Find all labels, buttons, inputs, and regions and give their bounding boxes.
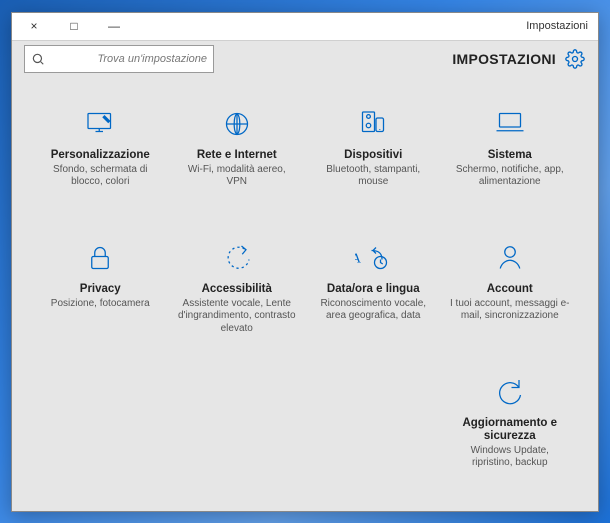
tile-accessibility[interactable]: Accessibilità Assistente vocale, Lente d… — [173, 235, 302, 361]
tile-title: Accessibilità — [202, 283, 272, 296]
window-caption: Impostazioni — [134, 20, 596, 32]
person-icon — [491, 239, 529, 277]
search-icon — [31, 52, 45, 66]
personalize-icon — [81, 105, 119, 143]
tile-devices[interactable]: Dispositivi Bluetooth, stampanti, mouse — [309, 101, 438, 227]
language-icon: A — [354, 239, 392, 277]
tile-sub: Schermo, notifiche, app, alimentazione — [450, 164, 570, 189]
laptop-icon — [491, 105, 529, 143]
tile-title: Aggiornamento e sicurezza — [448, 417, 573, 443]
devices-icon — [354, 105, 392, 143]
tile-sub: Assistente vocale, Lente d'ingrandimento… — [177, 298, 297, 336]
close-button[interactable]: × — [14, 13, 54, 40]
search-input[interactable] — [51, 53, 207, 65]
tile-update-security[interactable]: Aggiornamento e sicurezza Windows Update… — [446, 369, 575, 495]
search-box[interactable] — [24, 45, 214, 73]
titlebar: × □ — Impostazioni — [12, 13, 598, 41]
tile-privacy[interactable]: Privacy Posizione, fotocamera — [36, 235, 165, 361]
tile-sub: Wi-Fi, modalità aereo, VPN — [177, 164, 297, 189]
tile-title: Dispositivi — [344, 149, 402, 162]
app-title: IMPOSTAZIONI — [452, 51, 556, 67]
settings-window: × □ — Impostazioni IMPOSTAZIONI — [11, 12, 599, 512]
tile-sub: Bluetooth, stampanti, mouse — [313, 164, 433, 189]
accessibility-icon — [218, 239, 256, 277]
tile-sub: Sfondo, schermata di blocco, colori — [40, 164, 160, 189]
tile-network[interactable]: Rete e Internet Wi-Fi, modalità aereo, V… — [173, 101, 302, 227]
svg-text:A: A — [355, 250, 361, 265]
maximize-button[interactable]: □ — [54, 13, 94, 40]
tile-time-language[interactable]: A Data/ora e lingua Riconoscimento vocal… — [309, 235, 438, 361]
tile-sub: I tuoi account, messaggi e-mail, sincron… — [450, 298, 570, 323]
tile-accounts[interactable]: Account I tuoi account, messaggi e-mail,… — [446, 235, 575, 361]
tile-title: Sistema — [488, 149, 532, 162]
update-icon — [491, 373, 529, 411]
tile-system[interactable]: Sistema Schermo, notifiche, app, aliment… — [446, 101, 575, 227]
minimize-button[interactable]: — — [94, 13, 134, 40]
tile-title: Account — [487, 283, 533, 296]
tile-sub: Windows Update, ripristino, backup — [450, 445, 570, 470]
tile-title: Personalizzazione — [51, 149, 150, 162]
tile-title: Privacy — [80, 283, 121, 296]
tile-sub: Riconoscimento vocale, area geografica, … — [313, 298, 433, 323]
tile-title: Rete e Internet — [197, 149, 277, 162]
lock-icon — [81, 239, 119, 277]
header: IMPOSTAZIONI — [12, 41, 598, 83]
gear-icon — [564, 48, 586, 70]
globe-icon — [218, 105, 256, 143]
settings-grid: Sistema Schermo, notifiche, app, aliment… — [12, 83, 598, 511]
tile-sub: Posizione, fotocamera — [51, 298, 150, 311]
tile-title: Data/ora e lingua — [327, 283, 420, 296]
tile-personalization[interactable]: Personalizzazione Sfondo, schermata di b… — [36, 101, 165, 227]
